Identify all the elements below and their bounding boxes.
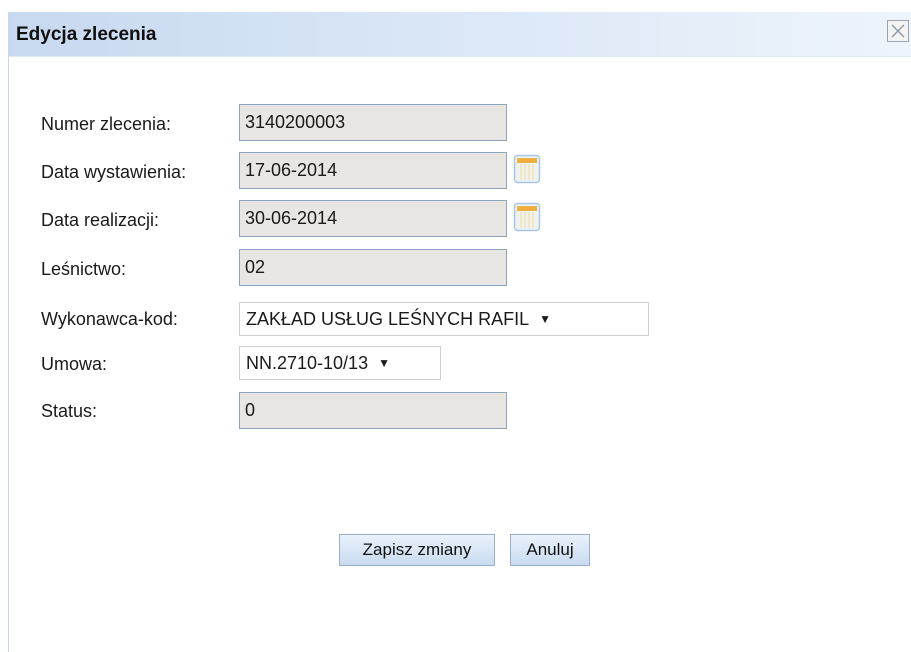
contract-select[interactable]: NN.2710-10/13 ▼ (239, 346, 441, 380)
close-icon[interactable] (887, 20, 909, 42)
status-field[interactable]: 0 (239, 392, 507, 429)
order-number-field[interactable]: 3140200003 (239, 104, 507, 141)
issue-date-label: Data wystawienia: (41, 162, 187, 182)
contractor-select[interactable]: ZAKŁAD USŁUG LEŚNYCH RAFIL ▼ (239, 302, 649, 336)
chevron-down-icon: ▼ (539, 312, 551, 326)
dialog-title: Edycja zlecenia (16, 24, 157, 45)
realization-date-label: Data realizacji: (41, 210, 160, 230)
contractor-label: Wykonawca-kod: (41, 309, 178, 329)
calendar-icon[interactable] (513, 202, 541, 232)
forestry-field[interactable]: 02 (239, 249, 507, 286)
dialog-titlebar[interactable]: Edycja zlecenia (9, 12, 911, 57)
contractor-selected-value: ZAKŁAD USŁUG LEŚNYCH RAFIL (246, 309, 530, 329)
forestry-label: Leśnictwo: (41, 259, 127, 279)
contract-selected-value: NN.2710-10/13 (246, 353, 369, 373)
save-button[interactable]: Zapisz zmiany (339, 534, 495, 566)
chevron-down-icon: ▼ (378, 356, 390, 370)
edit-order-dialog: Edycja zlecenia Numer zlecenia: 31402000… (8, 12, 911, 652)
calendar-icon[interactable] (513, 154, 541, 184)
status-label: Status: (41, 401, 98, 421)
realization-date-field[interactable]: 30-06-2014 (239, 200, 507, 237)
order-number-label: Numer zlecenia: (41, 114, 172, 134)
issue-date-field[interactable]: 17-06-2014 (239, 152, 507, 189)
cancel-button[interactable]: Anuluj (510, 534, 590, 566)
contract-label: Umowa: (41, 354, 108, 374)
